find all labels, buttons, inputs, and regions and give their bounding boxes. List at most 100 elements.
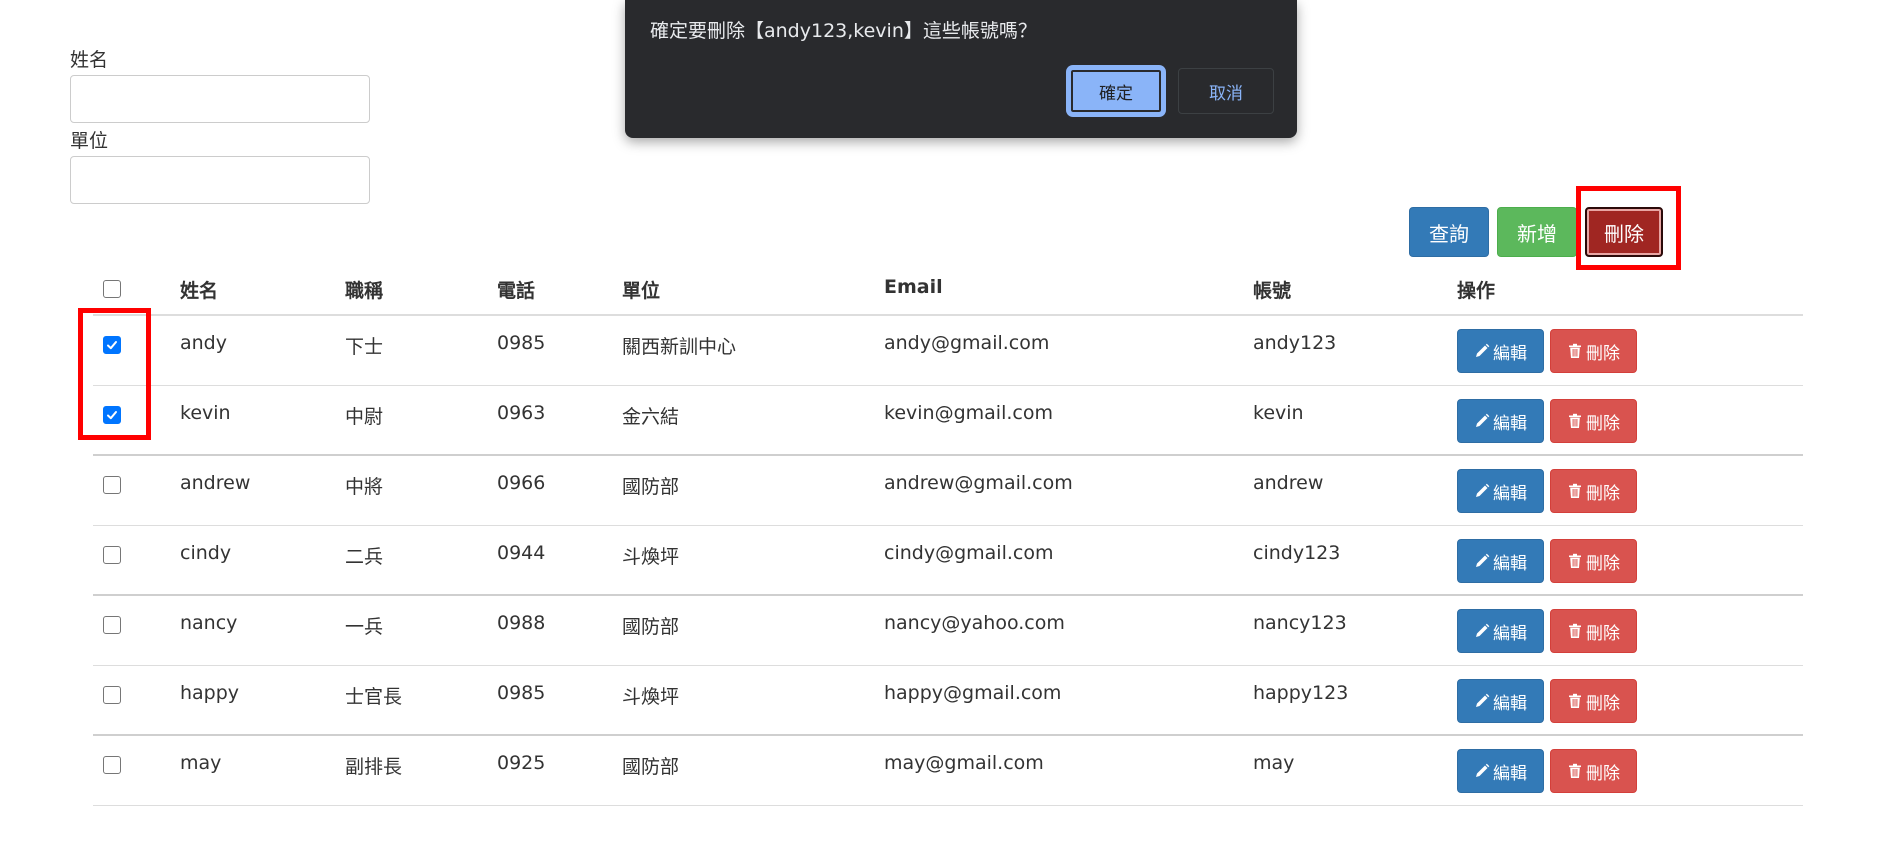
cell-email: cindy@gmail.com	[884, 542, 1054, 564]
query-button[interactable]: 查詢	[1409, 207, 1489, 257]
row-delete-button[interactable]: 刪除	[1550, 539, 1637, 583]
row-checkbox[interactable]	[103, 616, 121, 634]
cell-phone: 0985	[497, 332, 546, 354]
header-email: Email	[884, 276, 943, 298]
cell-title: 二兵	[345, 546, 384, 568]
user-table: 姓名 職稱 電話 單位 Email 帳號 操作 andy 下士 0985 關西新訓中心…	[93, 268, 1803, 806]
row-check-cell	[103, 316, 133, 385]
edit-button[interactable]: 編輯	[1457, 749, 1544, 793]
pencil-icon	[1474, 343, 1490, 359]
cell-account: andrew	[1253, 472, 1324, 494]
pencil-icon	[1474, 693, 1490, 709]
cell-unit: 關西新訓中心	[622, 336, 737, 358]
row-checkbox[interactable]	[103, 336, 121, 354]
check-icon	[106, 339, 118, 351]
row-delete-button[interactable]: 刪除	[1550, 609, 1637, 653]
cell-name: may	[180, 752, 222, 774]
select-all-checkbox[interactable]	[103, 280, 121, 298]
trash-icon	[1567, 483, 1583, 499]
header-ops: 操作	[1457, 280, 1496, 302]
row-check-cell	[103, 526, 133, 594]
edit-button[interactable]: 編輯	[1457, 609, 1544, 653]
row-delete-button[interactable]: 刪除	[1550, 679, 1637, 723]
cell-account: may	[1253, 752, 1295, 774]
row-delete-button[interactable]: 刪除	[1550, 399, 1637, 443]
delete-label: 刪除	[1586, 413, 1620, 434]
cell-unit: 斗煥坪	[622, 686, 680, 708]
cell-phone: 0985	[497, 682, 546, 704]
row-delete-button[interactable]: 刪除	[1550, 469, 1637, 513]
dialog-ok-button[interactable]: 確定	[1069, 68, 1163, 114]
cell-account: nancy123	[1253, 612, 1347, 634]
unit-label: 單位	[70, 130, 109, 152]
trash-icon	[1567, 693, 1583, 709]
edit-button[interactable]: 編輯	[1457, 679, 1544, 723]
delete-label: 刪除	[1586, 553, 1620, 574]
cell-phone: 0966	[497, 472, 546, 494]
cell-phone: 0944	[497, 542, 546, 564]
table-row: andy 下士 0985 關西新訓中心 andy@gmail.com andy123 編輯 刪…	[93, 316, 1803, 386]
cell-account: andy123	[1253, 332, 1337, 354]
edit-label: 編輯	[1493, 693, 1527, 714]
cell-account: kevin	[1253, 402, 1304, 424]
edit-label: 編輯	[1493, 483, 1527, 504]
table-row: may 副排長 0925 國防部 may@gmail.com may 編輯 刪除	[93, 736, 1803, 806]
pencil-icon	[1474, 763, 1490, 779]
delete-label: 刪除	[1586, 343, 1620, 364]
batch-delete-button[interactable]: 刪除	[1585, 207, 1663, 257]
row-checkbox[interactable]	[103, 756, 121, 774]
row-checkbox[interactable]	[103, 546, 121, 564]
name-input[interactable]	[70, 75, 370, 123]
table-row: cindy 二兵 0944 斗煥坪 cindy@gmail.com cindy123 編輯 刪…	[93, 526, 1803, 596]
edit-label: 編輯	[1493, 763, 1527, 784]
add-button[interactable]: 新增	[1497, 207, 1577, 257]
edit-label: 編輯	[1493, 343, 1527, 364]
cell-name: kevin	[180, 402, 231, 424]
table-row: happy 士官長 0985 斗煥坪 happy@gmail.com happy123 編輯…	[93, 666, 1803, 736]
cell-unit: 國防部	[622, 616, 680, 638]
pencil-icon	[1474, 623, 1490, 639]
cell-name: andrew	[180, 472, 251, 494]
cell-email: happy@gmail.com	[884, 682, 1062, 704]
table-row: nancy 一兵 0988 國防部 nancy@yahoo.com nancy123 編輯 刪…	[93, 596, 1803, 666]
edit-button[interactable]: 編輯	[1457, 539, 1544, 583]
cell-account: cindy123	[1253, 542, 1341, 564]
confirm-dialog: 確定要刪除【andy123,kevin】這些帳號嗎？ 確定 取消	[625, 0, 1297, 138]
cell-name: andy	[180, 332, 227, 354]
row-checkbox[interactable]	[103, 476, 121, 494]
cell-name: nancy	[180, 612, 238, 634]
dialog-cancel-button[interactable]: 取消	[1178, 68, 1274, 114]
table-body: andy 下士 0985 關西新訓中心 andy@gmail.com andy123 編輯刪…	[93, 316, 1803, 806]
row-delete-button[interactable]: 刪除	[1550, 329, 1637, 373]
cell-email: andrew@gmail.com	[884, 472, 1073, 494]
cell-phone: 0925	[497, 752, 546, 774]
cell-email: may@gmail.com	[884, 752, 1044, 774]
dialog-message: 確定要刪除【andy123,kevin】這些帳號嗎？	[650, 20, 1037, 42]
cell-name: cindy	[180, 542, 232, 564]
row-checkbox[interactable]	[103, 686, 121, 704]
cell-email: andy@gmail.com	[884, 332, 1050, 354]
cell-unit: 國防部	[622, 476, 680, 498]
row-check-cell	[103, 386, 133, 454]
delete-label: 刪除	[1586, 763, 1620, 784]
pencil-icon	[1474, 483, 1490, 499]
cell-title: 士官長	[345, 686, 403, 708]
edit-button[interactable]: 編輯	[1457, 329, 1544, 373]
row-delete-button[interactable]: 刪除	[1550, 749, 1637, 793]
delete-label: 刪除	[1586, 623, 1620, 644]
edit-label: 編輯	[1493, 413, 1527, 434]
cell-unit: 國防部	[622, 756, 680, 778]
cell-account: happy123	[1253, 682, 1349, 704]
row-checkbox[interactable]	[103, 406, 121, 424]
edit-label: 編輯	[1493, 553, 1527, 574]
header-title: 職稱	[345, 280, 384, 302]
edit-button[interactable]: 編輯	[1457, 399, 1544, 443]
edit-button[interactable]: 編輯	[1457, 469, 1544, 513]
cell-unit: 金六結	[622, 406, 680, 428]
row-check-cell	[103, 596, 133, 665]
pencil-icon	[1474, 413, 1490, 429]
pencil-icon	[1474, 553, 1490, 569]
table-header-row: 姓名 職稱 電話 單位 Email 帳號 操作	[93, 268, 1803, 316]
unit-input[interactable]	[70, 156, 370, 204]
check-icon	[106, 409, 118, 421]
